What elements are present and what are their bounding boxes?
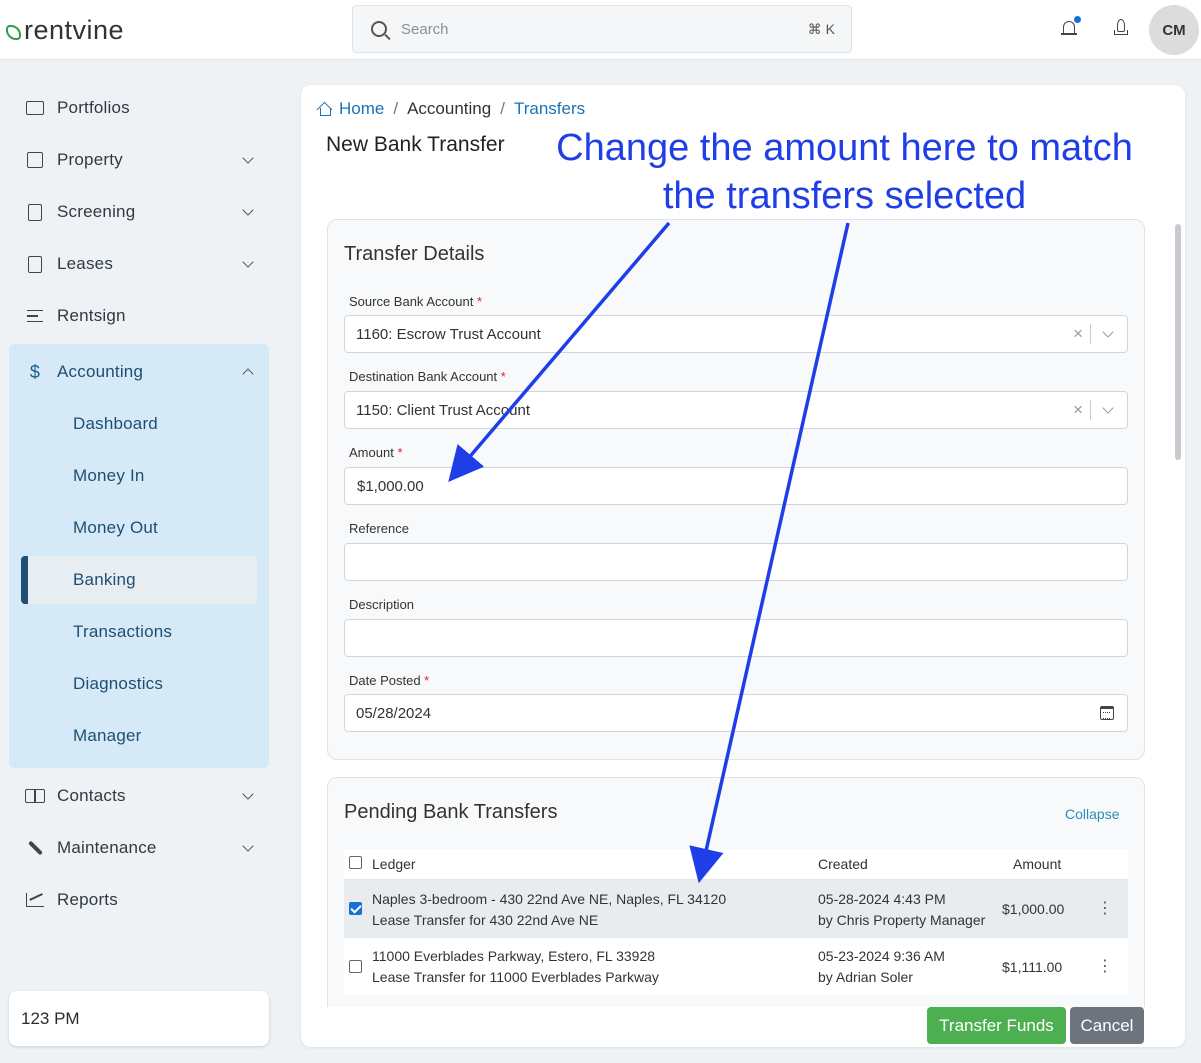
arrow-to-amount — [448, 221, 671, 482]
arrow-to-transfers — [689, 222, 850, 884]
annotation-arrows — [448, 221, 850, 884]
